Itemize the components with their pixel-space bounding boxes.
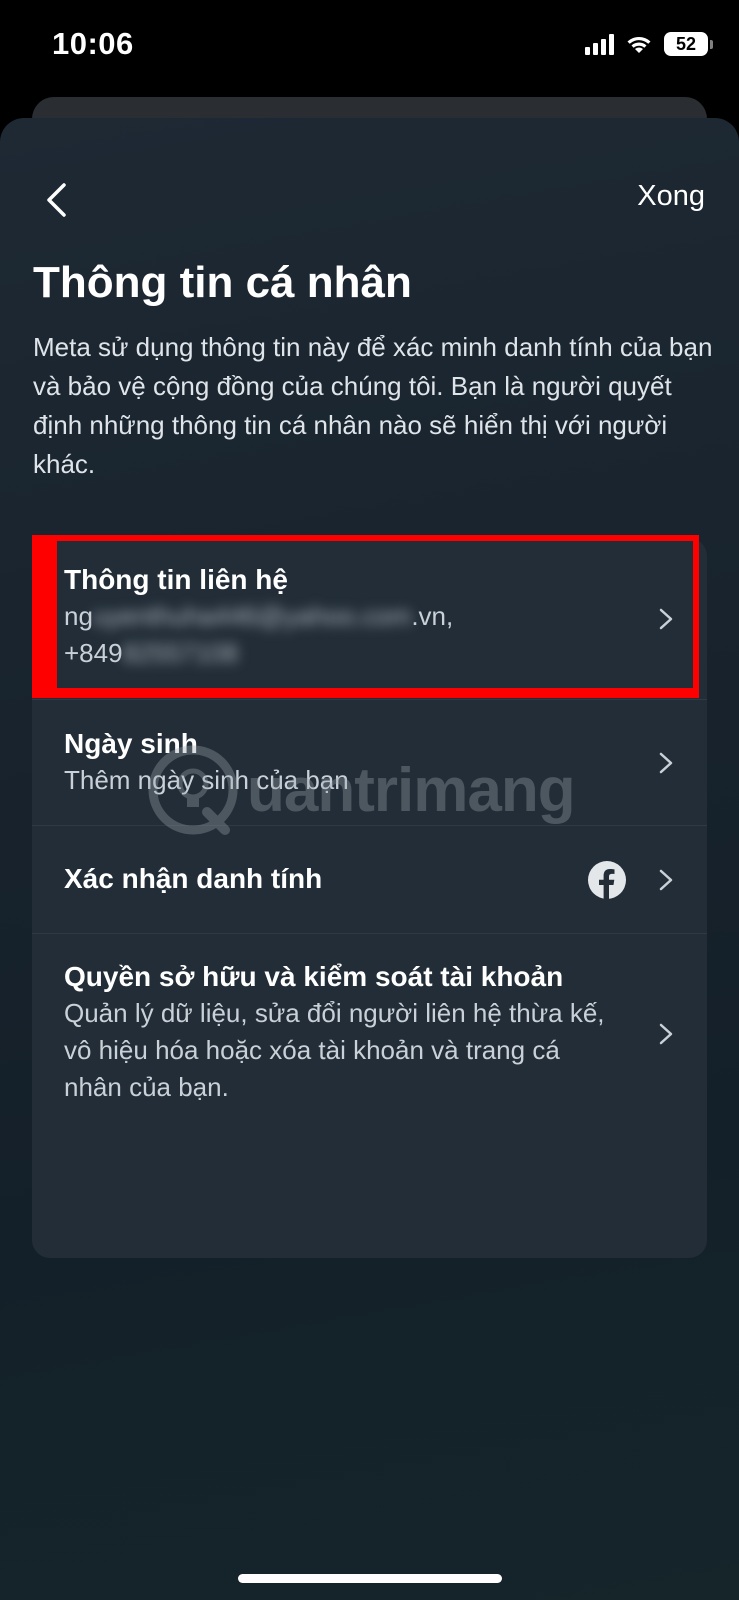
chevron-right-icon [659,1023,673,1045]
chevron-left-icon [47,183,66,217]
done-button[interactable]: Xong [637,180,705,213]
birthday-row[interactable]: Ngày sinh Thêm ngày sinh của bạn [32,700,707,826]
row-subtitle: Thêm ngày sinh của bạn [64,765,349,795]
identity-confirmation-row[interactable]: Xác nhận danh tính [32,826,707,934]
chevron-right-icon [659,869,673,891]
battery-icon: 52 [664,32,713,56]
contact-info-row[interactable]: Thông tin liên hệ nguyenthuha446@yahoo.c… [32,538,707,700]
row-title: Quyền sở hữu và kiểm soát tài khoản [64,961,564,992]
row-subtitle: Quản lý dữ liệu, sửa đổi người liên hệ t… [64,998,605,1102]
highlight-box-bottom-edge [32,688,699,698]
contact-email: nguyenthuha446@yahoo.com.vn, [64,601,454,631]
wifi-icon [627,37,651,53]
row-title: Ngày sinh [64,728,198,759]
redacted-email: uyenthuha446@yahoo.com [92,601,412,631]
settings-card: Thông tin liên hệ nguyenthuha446@yahoo.c… [32,538,707,1258]
row-title: Thông tin liên hệ [64,564,288,595]
status-time: 10:06 [52,26,134,61]
contact-phone: +84982557108 [64,638,239,668]
row-title: Xác nhận danh tính [64,863,323,894]
facebook-icon [588,861,626,899]
chevron-right-icon [659,752,673,774]
redacted-phone: 82557108 [122,638,239,668]
status-icons: 52 [585,30,713,58]
battery-level: 52 [664,32,708,56]
highlight-box-left-edge [32,535,57,698]
back-button[interactable] [36,178,76,222]
page-title: Thông tin cá nhân [33,258,412,307]
account-ownership-row[interactable]: Quyền sở hữu và kiểm soát tài khoản Quản… [32,934,707,1134]
chevron-right-icon [659,608,673,630]
status-bar: 10:06 52 [0,0,739,95]
page-description: Meta sử dụng thông tin này để xác minh d… [33,332,713,479]
personal-info-sheet: Xong Thông tin cá nhân Meta sử dụng thôn… [0,118,739,1600]
home-indicator[interactable] [238,1574,502,1583]
cellular-signal-icon [585,33,614,55]
